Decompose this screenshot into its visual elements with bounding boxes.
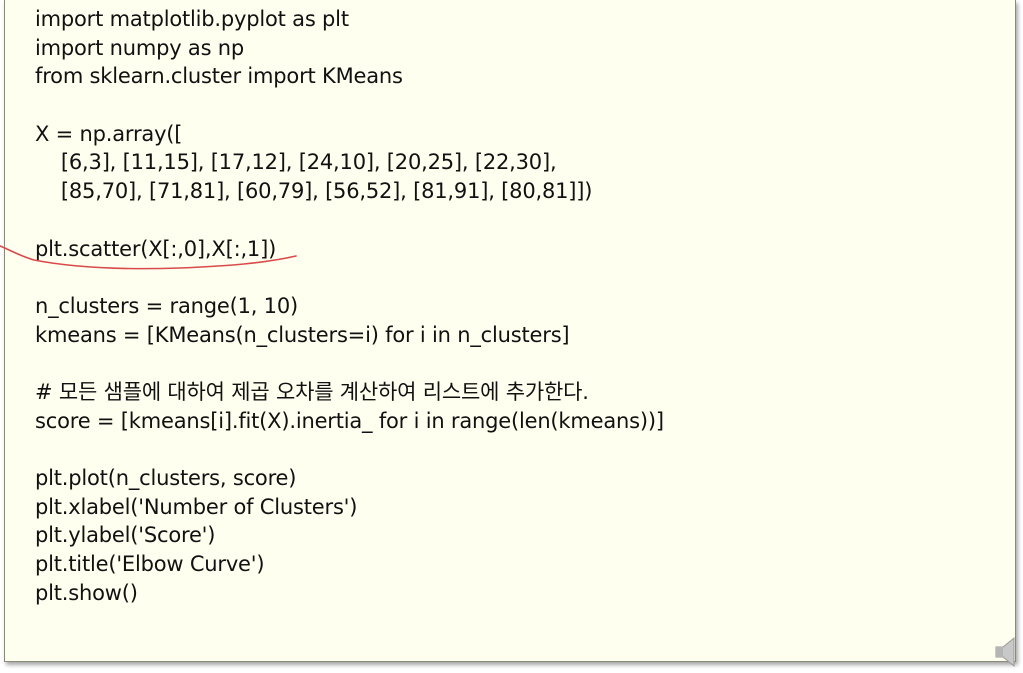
code-box: import matplotlib.pyplot as plt import n… [4, 0, 1016, 662]
code-line: plt.show() [35, 580, 138, 605]
code-line: [6,3], [11,15], [17,12], [24,10], [20,25… [35, 150, 557, 175]
code-line: score = [kmeans[i].fit(X).inertia_ for i… [35, 408, 664, 433]
code-line: plt.scatter(X[:,0],X[:,1]) [35, 236, 277, 261]
code-line: from sklearn.cluster import KMeans [35, 64, 403, 89]
code-line: import matplotlib.pyplot as plt [35, 7, 349, 31]
code-line: n_clusters = range(1, 10) [35, 293, 298, 318]
speaker-icon[interactable] [994, 636, 1020, 668]
code-line: # 모든 샘플에 대하여 제곱 오차를 계산하여 리스트에 추가한다. [35, 379, 589, 404]
code-line: plt.plot(n_clusters, score) [35, 466, 297, 490]
code-block: import matplotlib.pyplot as plt import n… [35, 5, 664, 607]
code-line: [85,70], [71,81], [60,79], [56,52], [81,… [35, 179, 593, 204]
slide: import matplotlib.pyplot as plt import n… [0, 0, 1023, 673]
code-line: plt.title('Elbow Curve') [35, 552, 265, 577]
code-line: import numpy as np [35, 35, 245, 60]
code-line: X = np.array([ [35, 121, 183, 146]
code-line: plt.ylabel('Score') [35, 523, 216, 548]
code-line: kmeans = [KMeans(n_clusters=i) for i in … [35, 322, 570, 347]
code-line: plt.xlabel('Number of Clusters') [35, 494, 358, 519]
